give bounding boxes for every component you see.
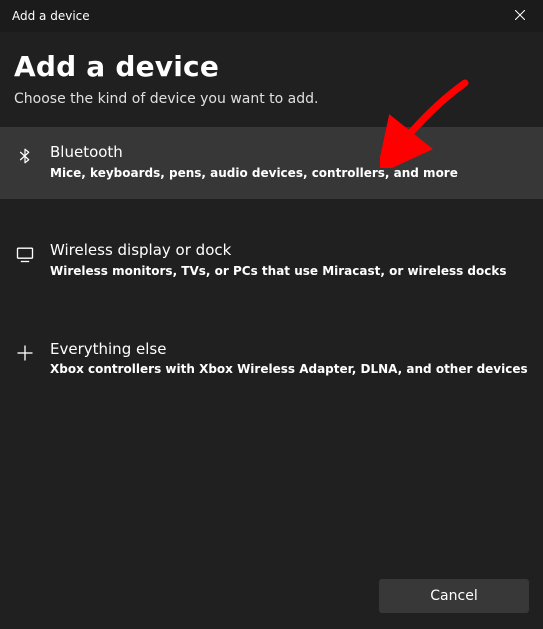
- option-wireless-display[interactable]: Wireless display or dock Wireless monito…: [0, 225, 543, 297]
- cancel-button[interactable]: Cancel: [379, 579, 529, 613]
- bluetooth-icon: [14, 145, 36, 167]
- spacer: [0, 298, 543, 324]
- dialog-content: Add a device Choose the kind of device y…: [0, 32, 543, 396]
- option-text: Everything else Xbox controllers with Xb…: [50, 340, 529, 378]
- option-text: Bluetooth Mice, keyboards, pens, audio d…: [50, 143, 529, 181]
- option-everything-else[interactable]: Everything else Xbox controllers with Xb…: [0, 324, 543, 396]
- option-title: Everything else: [50, 340, 529, 360]
- page-subtitle: Choose the kind of device you want to ad…: [0, 91, 543, 127]
- dialog-footer: Cancel: [0, 565, 543, 629]
- option-bluetooth[interactable]: Bluetooth Mice, keyboards, pens, audio d…: [0, 127, 543, 199]
- monitor-icon: [14, 243, 36, 265]
- spacer: [0, 199, 543, 225]
- close-icon: [515, 9, 525, 23]
- page-title: Add a device: [0, 50, 543, 91]
- option-title: Wireless display or dock: [50, 241, 529, 261]
- option-title: Bluetooth: [50, 143, 529, 163]
- option-desc: Wireless monitors, TVs, or PCs that use …: [50, 263, 529, 280]
- titlebar-title: Add a device: [12, 9, 90, 23]
- option-desc: Xbox controllers with Xbox Wireless Adap…: [50, 361, 529, 378]
- plus-icon: [14, 342, 36, 364]
- titlebar: Add a device: [0, 0, 543, 32]
- option-text: Wireless display or dock Wireless monito…: [50, 241, 529, 279]
- option-desc: Mice, keyboards, pens, audio devices, co…: [50, 165, 529, 182]
- close-button[interactable]: [497, 0, 543, 32]
